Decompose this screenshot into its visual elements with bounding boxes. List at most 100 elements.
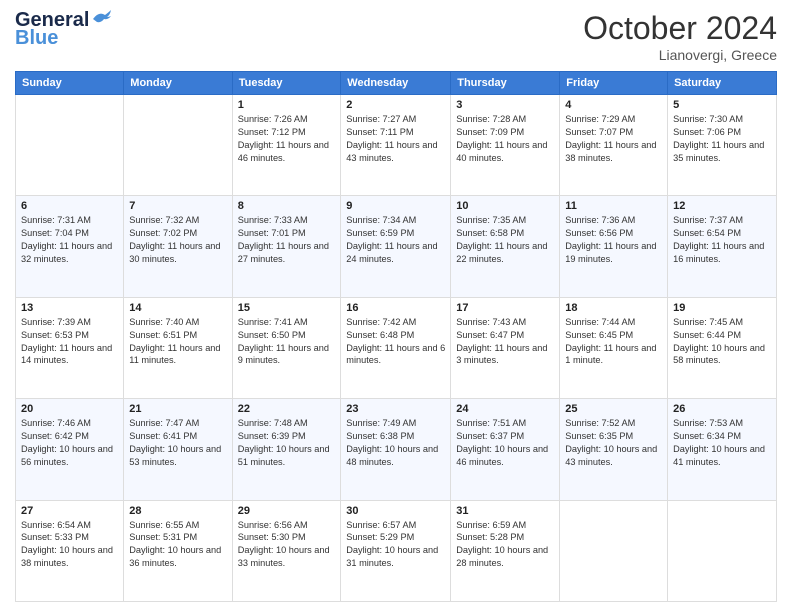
day-number: 15 xyxy=(238,302,336,314)
day-info: Sunrise: 7:49 AMSunset: 6:38 PMDaylight:… xyxy=(346,417,445,469)
day-number: 8 xyxy=(238,200,336,212)
day-info: Sunrise: 7:28 AMSunset: 7:09 PMDaylight:… xyxy=(456,113,554,165)
day-number: 29 xyxy=(238,505,336,517)
day-info: Sunrise: 7:44 AMSunset: 6:45 PMDaylight:… xyxy=(565,316,662,368)
calendar-cell xyxy=(668,500,777,601)
calendar-week-1: 1 Sunrise: 7:26 AMSunset: 7:12 PMDaylight… xyxy=(16,95,777,196)
day-number: 30 xyxy=(346,505,445,517)
day-number: 18 xyxy=(565,302,662,314)
day-info: Sunrise: 7:51 AMSunset: 6:37 PMDaylight:… xyxy=(456,417,554,469)
calendar-week-3: 13 Sunrise: 7:39 AMSunset: 6:53 PMDayligh… xyxy=(16,297,777,398)
day-header-sunday: Sunday xyxy=(16,72,124,95)
calendar-cell: 22 Sunrise: 7:48 AMSunset: 6:39 PMDayligh… xyxy=(232,399,341,500)
day-number: 6 xyxy=(21,200,118,212)
calendar-week-4: 20 Sunrise: 7:46 AMSunset: 6:42 PMDayligh… xyxy=(16,399,777,500)
day-info: Sunrise: 7:53 AMSunset: 6:34 PMDaylight:… xyxy=(673,417,771,469)
day-number: 24 xyxy=(456,403,554,415)
day-header-thursday: Thursday xyxy=(451,72,560,95)
calendar-cell: 18 Sunrise: 7:44 AMSunset: 6:45 PMDayligh… xyxy=(560,297,668,398)
day-number: 20 xyxy=(21,403,118,415)
calendar-cell: 27Sunrise: 6:54 AMSunset: 5:33 PMDayligh… xyxy=(16,500,124,601)
calendar-cell: 16Sunrise: 7:42 AMSunset: 6:48 PMDayligh… xyxy=(341,297,451,398)
day-info: Sunrise: 7:27 AMSunset: 7:11 PMDaylight:… xyxy=(346,113,445,165)
calendar-cell: 20 Sunrise: 7:46 AMSunset: 6:42 PMDayligh… xyxy=(16,399,124,500)
day-number: 11 xyxy=(565,200,662,212)
calendar-header-row: SundayMondayTuesdayWednesdayThursdayFrid… xyxy=(16,72,777,95)
calendar-cell: 26 Sunrise: 7:53 AMSunset: 6:34 PMDayligh… xyxy=(668,399,777,500)
day-number: 12 xyxy=(673,200,771,212)
day-info: Sunrise: 7:29 AMSunset: 7:07 PMDaylight:… xyxy=(565,113,662,165)
location: Lianovergi, Greece xyxy=(583,47,777,63)
day-number: 27 xyxy=(21,505,118,517)
day-info: Sunrise: 7:45 AMSunset: 6:44 PMDaylight:… xyxy=(673,316,771,368)
day-info: Sunrise: 7:40 AMSunset: 6:51 PMDaylight:… xyxy=(129,316,226,368)
day-number: 5 xyxy=(673,99,771,111)
day-number: 23 xyxy=(346,403,445,415)
day-info: Sunrise: 7:32 AMSunset: 7:02 PMDaylight:… xyxy=(129,214,226,266)
calendar-cell: 28Sunrise: 6:55 AMSunset: 5:31 PMDayligh… xyxy=(124,500,232,601)
day-info: Sunrise: 6:59 AMSunset: 5:28 PMDaylight:… xyxy=(456,519,554,571)
logo-bird-icon xyxy=(91,9,113,27)
calendar-cell: 9Sunrise: 7:34 AMSunset: 6:59 PMDaylight… xyxy=(341,196,451,297)
calendar-cell: 23 Sunrise: 7:49 AMSunset: 6:38 PMDayligh… xyxy=(341,399,451,500)
day-info: Sunrise: 7:42 AMSunset: 6:48 PMDaylight:… xyxy=(346,316,445,368)
calendar-cell: 25 Sunrise: 7:52 AMSunset: 6:35 PMDayligh… xyxy=(560,399,668,500)
header: General Blue October 2024 Lianovergi, Gr… xyxy=(15,10,777,63)
day-info: Sunrise: 7:35 AMSunset: 6:58 PMDaylight:… xyxy=(456,214,554,266)
calendar-cell: 1 Sunrise: 7:26 AMSunset: 7:12 PMDaylight… xyxy=(232,95,341,196)
day-header-tuesday: Tuesday xyxy=(232,72,341,95)
day-number: 4 xyxy=(565,99,662,111)
day-info: Sunrise: 6:57 AMSunset: 5:29 PMDaylight:… xyxy=(346,519,445,571)
day-number: 21 xyxy=(129,403,226,415)
day-info: Sunrise: 7:39 AMSunset: 6:53 PMDaylight:… xyxy=(21,316,118,368)
calendar-cell: 4 Sunrise: 7:29 AMSunset: 7:07 PMDaylight… xyxy=(560,95,668,196)
day-info: Sunrise: 7:47 AMSunset: 6:41 PMDaylight:… xyxy=(129,417,226,469)
day-number: 3 xyxy=(456,99,554,111)
day-number: 31 xyxy=(456,505,554,517)
calendar-cell xyxy=(124,95,232,196)
calendar-cell: 21 Sunrise: 7:47 AMSunset: 6:41 PMDayligh… xyxy=(124,399,232,500)
day-info: Sunrise: 7:26 AMSunset: 7:12 PMDaylight:… xyxy=(238,113,336,165)
logo: General Blue xyxy=(15,10,113,48)
day-number: 1 xyxy=(238,99,336,111)
day-info: Sunrise: 6:55 AMSunset: 5:31 PMDaylight:… xyxy=(129,519,226,571)
calendar-week-2: 6Sunrise: 7:31 AMSunset: 7:04 PMDaylight… xyxy=(16,196,777,297)
calendar-cell: 15 Sunrise: 7:41 AMSunset: 6:50 PMDayligh… xyxy=(232,297,341,398)
calendar-week-5: 27Sunrise: 6:54 AMSunset: 5:33 PMDayligh… xyxy=(16,500,777,601)
calendar-cell: 19 Sunrise: 7:45 AMSunset: 6:44 PMDayligh… xyxy=(668,297,777,398)
calendar-cell xyxy=(16,95,124,196)
day-number: 2 xyxy=(346,99,445,111)
calendar-cell: 29 Sunrise: 6:56 AMSunset: 5:30 PMDayligh… xyxy=(232,500,341,601)
day-info: Sunrise: 7:37 AMSunset: 6:54 PMDaylight:… xyxy=(673,214,771,266)
calendar-cell: 24 Sunrise: 7:51 AMSunset: 6:37 PMDayligh… xyxy=(451,399,560,500)
day-header-friday: Friday xyxy=(560,72,668,95)
day-number: 25 xyxy=(565,403,662,415)
day-info: Sunrise: 7:52 AMSunset: 6:35 PMDaylight:… xyxy=(565,417,662,469)
day-number: 26 xyxy=(673,403,771,415)
day-info: Sunrise: 6:56 AMSunset: 5:30 PMDaylight:… xyxy=(238,519,336,571)
calendar-cell: 3 Sunrise: 7:28 AMSunset: 7:09 PMDaylight… xyxy=(451,95,560,196)
calendar-cell: 2 Sunrise: 7:27 AMSunset: 7:11 PMDaylight… xyxy=(341,95,451,196)
day-number: 22 xyxy=(238,403,336,415)
calendar-cell: 11 Sunrise: 7:36 AMSunset: 6:56 PMDayligh… xyxy=(560,196,668,297)
calendar-cell: 6Sunrise: 7:31 AMSunset: 7:04 PMDaylight… xyxy=(16,196,124,297)
day-info: Sunrise: 7:36 AMSunset: 6:56 PMDaylight:… xyxy=(565,214,662,266)
day-number: 14 xyxy=(129,302,226,314)
day-number: 10 xyxy=(456,200,554,212)
page: General Blue October 2024 Lianovergi, Gr… xyxy=(0,0,792,612)
day-info: Sunrise: 7:43 AMSunset: 6:47 PMDaylight:… xyxy=(456,316,554,368)
calendar-cell: 8 Sunrise: 7:33 AMSunset: 7:01 PMDaylight… xyxy=(232,196,341,297)
day-number: 7 xyxy=(129,200,226,212)
calendar-cell: 5Sunrise: 7:30 AMSunset: 7:06 PMDaylight… xyxy=(668,95,777,196)
day-info: Sunrise: 7:46 AMSunset: 6:42 PMDaylight:… xyxy=(21,417,118,469)
calendar-cell: 14 Sunrise: 7:40 AMSunset: 6:51 PMDayligh… xyxy=(124,297,232,398)
calendar-cell: 13 Sunrise: 7:39 AMSunset: 6:53 PMDayligh… xyxy=(16,297,124,398)
day-number: 19 xyxy=(673,302,771,314)
day-info: Sunrise: 7:41 AMSunset: 6:50 PMDaylight:… xyxy=(238,316,336,368)
day-info: Sunrise: 7:33 AMSunset: 7:01 PMDaylight:… xyxy=(238,214,336,266)
day-header-monday: Monday xyxy=(124,72,232,95)
day-number: 9 xyxy=(346,200,445,212)
calendar-cell: 10 Sunrise: 7:35 AMSunset: 6:58 PMDayligh… xyxy=(451,196,560,297)
day-info: Sunrise: 7:48 AMSunset: 6:39 PMDaylight:… xyxy=(238,417,336,469)
day-number: 13 xyxy=(21,302,118,314)
